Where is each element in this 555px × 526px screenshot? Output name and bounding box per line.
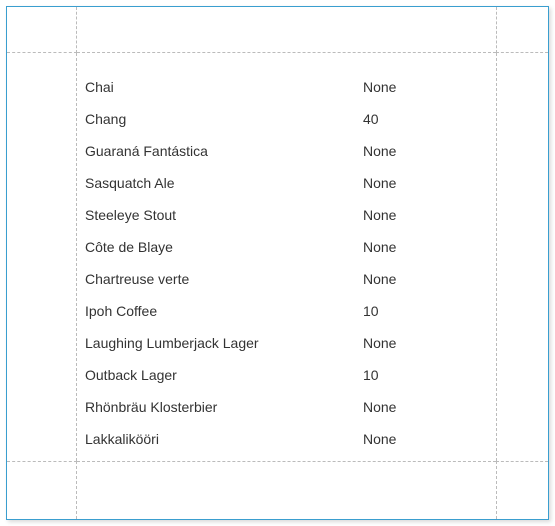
product-name: Ipoh Coffee (85, 303, 363, 319)
list-item: Rhönbräu KlosterbierNone (85, 391, 496, 423)
product-name: Côte de Blaye (85, 239, 363, 255)
data-list: ChaiNoneChang40Guaraná FantásticaNoneSas… (77, 53, 496, 461)
list-item: Outback Lager10 (85, 359, 496, 391)
product-value: 40 (363, 111, 496, 127)
product-value: None (363, 335, 496, 351)
body-band: ChaiNoneChang40Guaraná FantásticaNoneSas… (7, 53, 548, 461)
product-value: None (363, 271, 496, 287)
list-item: Chartreuse verteNone (85, 263, 496, 295)
product-name: Steeleye Stout (85, 207, 363, 223)
list-item: Sasquatch AleNone (85, 167, 496, 199)
footer-left-cell (7, 461, 77, 519)
list-item: Ipoh Coffee10 (85, 295, 496, 327)
product-value: None (363, 175, 496, 191)
product-value: None (363, 79, 496, 95)
footer-band (7, 461, 548, 519)
header-left-cell (7, 7, 77, 53)
product-name: Rhönbräu Klosterbier (85, 399, 363, 415)
list-item: Guaraná FantásticaNone (85, 135, 496, 167)
product-value: None (363, 431, 496, 447)
list-item: Côte de BlayeNone (85, 231, 496, 263)
body-right-cell (496, 53, 548, 461)
product-name: Laughing Lumberjack Lager (85, 335, 363, 351)
list-item: Laughing Lumberjack LagerNone (85, 327, 496, 359)
product-name: Chang (85, 111, 363, 127)
footer-mid-cell (77, 461, 496, 519)
product-value: 10 (363, 303, 496, 319)
product-name: Guaraná Fantástica (85, 143, 363, 159)
product-name: Lakkalikööri (85, 431, 363, 447)
product-name: Chartreuse verte (85, 271, 363, 287)
list-item: Steeleye StoutNone (85, 199, 496, 231)
list-item: LakkalikööriNone (85, 423, 496, 455)
product-value: None (363, 207, 496, 223)
product-value: 10 (363, 367, 496, 383)
header-mid-cell (77, 7, 496, 53)
header-band (7, 7, 548, 53)
product-value: None (363, 239, 496, 255)
product-name: Chai (85, 79, 363, 95)
header-right-cell (496, 7, 548, 53)
product-name: Outback Lager (85, 367, 363, 383)
layout-grid: ChaiNoneChang40Guaraná FantásticaNoneSas… (7, 7, 548, 519)
report-page: ChaiNoneChang40Guaraná FantásticaNoneSas… (6, 6, 549, 520)
product-name: Sasquatch Ale (85, 175, 363, 191)
body-left-cell (7, 53, 77, 461)
product-value: None (363, 399, 496, 415)
product-value: None (363, 143, 496, 159)
list-item: ChaiNone (85, 71, 496, 103)
list-item: Chang40 (85, 103, 496, 135)
footer-right-cell (496, 461, 548, 519)
